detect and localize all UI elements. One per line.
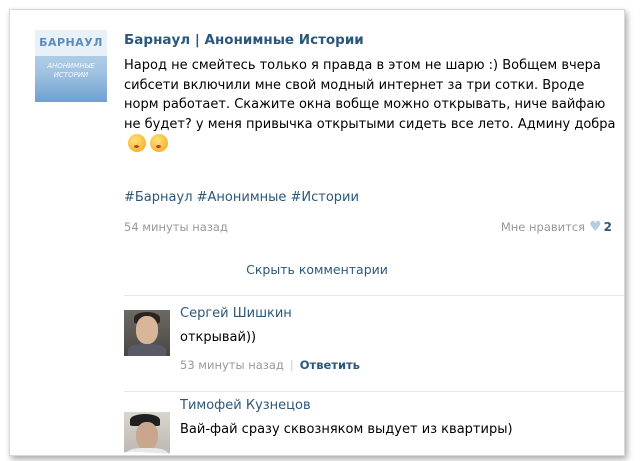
comment-text: Вай-фай сразу сквозняком выдует из кварт…: [180, 422, 513, 437]
comment-text: открывай)): [180, 330, 257, 345]
like-button[interactable]: Мне нравится ♥ 2: [501, 219, 612, 235]
comment-timestamp[interactable]: 53 минуты назад: [180, 358, 284, 372]
post-timestamp[interactable]: 54 минуты назад: [124, 220, 228, 234]
avatar[interactable]: [124, 310, 170, 356]
comment-author-link[interactable]: Тимофей Кузнецов: [180, 398, 311, 413]
divider: [124, 295, 624, 296]
heart-icon: ♥: [589, 219, 602, 235]
reply-button[interactable]: Ответить: [300, 358, 360, 372]
post-text: Народ не смейтесь только я правда в этом…: [124, 56, 619, 155]
group-logo-title: БАРНАУЛ: [35, 30, 107, 56]
group-avatar[interactable]: БАРНАУЛ АНОНИМНЫЕ ИСТОРИИ: [35, 30, 107, 102]
group-logo-subtitle: АНОНИМНЫЕ ИСТОРИИ: [47, 62, 95, 79]
avatar[interactable]: [124, 412, 170, 455]
like-label: Мне нравится: [500, 220, 586, 234]
post-hashtags[interactable]: #Барнаул #Анонимные #Истории: [124, 190, 359, 205]
comment-meta: 53 минуты назад | Ответить: [180, 358, 360, 372]
hide-comments-link[interactable]: Скрыть комментарии: [10, 262, 624, 277]
kiss-emoji-icon: [128, 134, 146, 152]
like-count: 2: [603, 220, 612, 234]
kiss-emoji-icon: [150, 134, 168, 152]
post-card: БАРНАУЛ АНОНИМНЫЕ ИСТОРИИ Барнаул | Анон…: [9, 9, 625, 456]
separator: |: [289, 358, 294, 372]
post-author-link[interactable]: Барнаул | Анонимные Истории: [124, 32, 364, 48]
divider: [124, 391, 624, 392]
post-text-body: Народ не смейтесь только я правда в этом…: [124, 58, 616, 132]
torn-edge: [10, 451, 624, 455]
comment-author-link[interactable]: Сергей Шишкин: [180, 306, 292, 321]
